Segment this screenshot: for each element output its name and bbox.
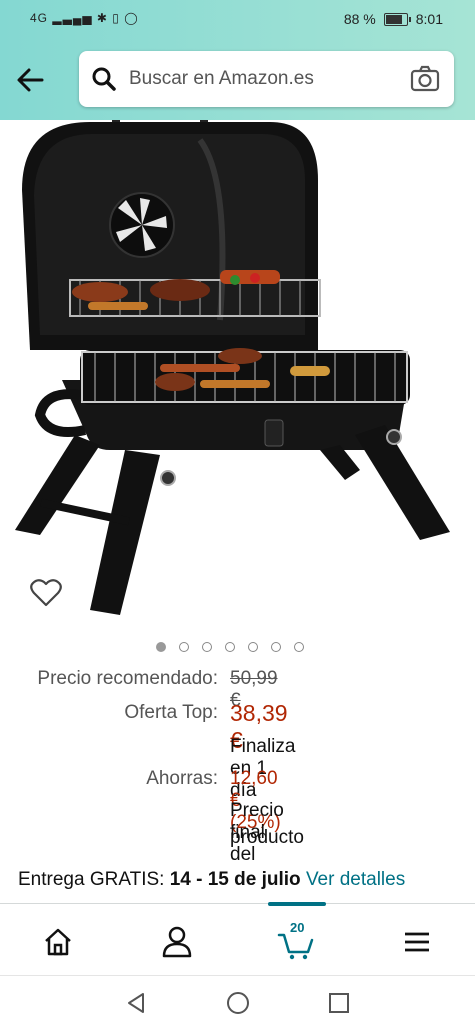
- carousel-dot[interactable]: [156, 642, 166, 652]
- triangle-back-icon: [128, 993, 144, 1013]
- bluetooth-icon: ✱: [96, 11, 108, 25]
- image-carousel-indicator: [156, 642, 304, 652]
- status-bar: 4G ▂▃▄▅ ✱ ▯ ◯ 88 % 8:01: [0, 0, 475, 40]
- status-icons-right: 88 % 8:01: [344, 11, 443, 27]
- system-back-button[interactable]: [124, 990, 150, 1016]
- system-home-button[interactable]: [225, 990, 251, 1016]
- search-icon: [92, 67, 116, 91]
- list-price-label: Precio recomendado:: [37, 668, 218, 689]
- cart-count-badge: 20: [290, 920, 305, 935]
- bottom-nav-bar: 20: [0, 902, 475, 976]
- carousel-dot[interactable]: [248, 642, 258, 652]
- carousel-dot[interactable]: [271, 642, 281, 652]
- carousel-dot[interactable]: [294, 642, 304, 652]
- network-type: 4G: [30, 11, 49, 25]
- search-input[interactable]: Buscar en Amazon.es: [129, 68, 314, 90]
- system-recents-button[interactable]: [326, 990, 352, 1016]
- system-nav-bar: [0, 975, 475, 1030]
- product-image[interactable]: [0, 120, 475, 620]
- user-icon: [162, 926, 192, 958]
- hamburger-menu-icon: [405, 932, 429, 952]
- nav-home[interactable]: [38, 922, 78, 962]
- square-recents-icon: [329, 993, 349, 1013]
- nav-account[interactable]: [157, 922, 197, 962]
- savings-label: Ahorras:: [146, 768, 218, 789]
- camera-icon[interactable]: [410, 65, 440, 93]
- sync-icon: ◯: [124, 11, 139, 25]
- battery-percent: 88 %: [343, 11, 376, 27]
- signal-icon: ▂▃▄▅: [52, 11, 93, 25]
- delivery-prefix: Entrega GRATIS:: [18, 869, 165, 890]
- carousel-dot[interactable]: [179, 642, 189, 652]
- back-arrow-icon: [17, 68, 44, 92]
- carousel-dot[interactable]: [202, 642, 212, 652]
- heart-icon: [30, 579, 62, 607]
- home-icon: [45, 928, 71, 956]
- clock: 8:01: [415, 11, 443, 27]
- vibrate-icon: ▯: [112, 11, 120, 25]
- deal-label: Oferta Top:: [124, 702, 218, 723]
- delivery-details-link[interactable]: Ver detalles: [306, 869, 405, 890]
- back-button[interactable]: [12, 62, 48, 98]
- nav-menu[interactable]: [397, 922, 437, 962]
- search-bar[interactable]: Buscar en Amazon.es: [79, 51, 454, 107]
- carousel-dot[interactable]: [225, 642, 235, 652]
- wishlist-button[interactable]: [29, 577, 63, 609]
- circle-home-icon: [227, 992, 249, 1014]
- app-header: Buscar en Amazon.es: [0, 40, 475, 120]
- delivery-info: Entrega GRATIS: 14 - 15 de julio Ver det…: [18, 869, 405, 891]
- status-icons-left: 4G ▂▃▄▅ ✱ ▯ ◯: [30, 11, 139, 25]
- delivery-dates: 14 - 15 de julio: [169, 869, 301, 890]
- final-price-note-line2: producto: [230, 827, 304, 848]
- battery-icon: [383, 12, 411, 26]
- active-tab-indicator: [268, 902, 326, 906]
